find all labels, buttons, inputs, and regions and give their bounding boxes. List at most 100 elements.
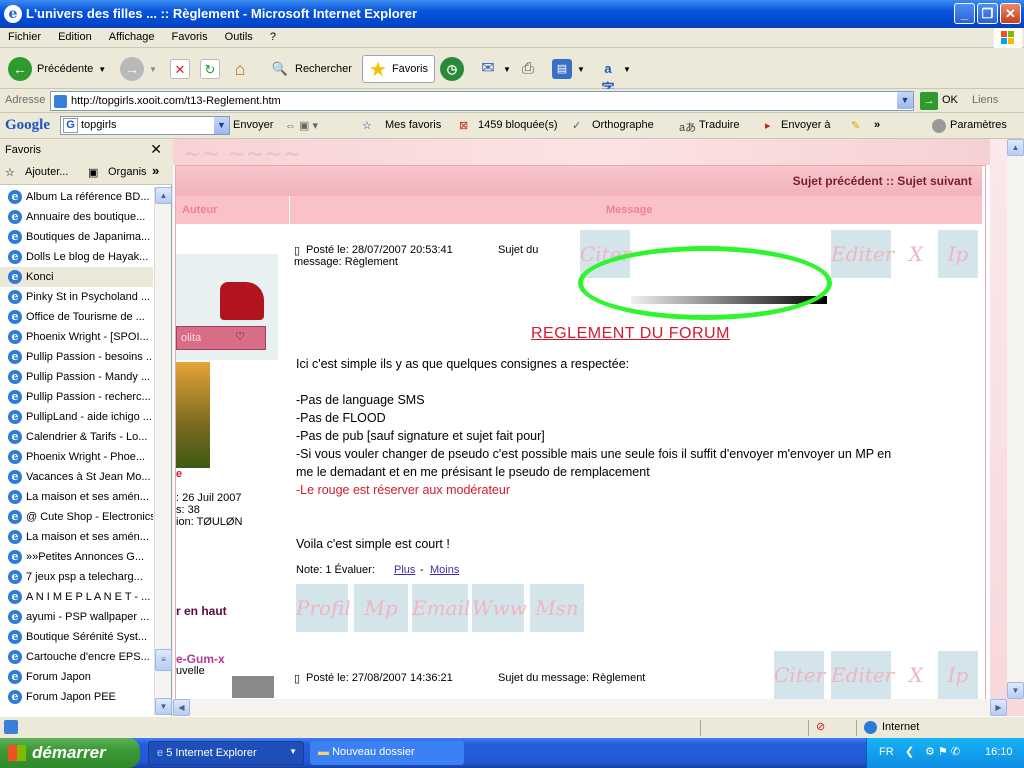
stop-button[interactable]: ✕ [170,55,190,83]
popup-blocked-icon[interactable]: ⊘ [816,720,825,733]
edit-post-button[interactable]: Editer [831,230,894,278]
menu-affichage[interactable]: Affichage [101,28,161,43]
close-favorites-icon[interactable]: ✕ [150,141,162,158]
scroll-right-icon[interactable]: ▶ [990,699,1007,716]
language-indicator[interactable]: FR [879,746,894,758]
favorite-item[interactable]: e Album La référence BD... [0,187,153,207]
scroll-up-icon[interactable]: ▲ [1007,139,1024,156]
organize-button[interactable]: Organis [108,166,147,178]
favorite-item[interactable]: e Phoenix Wright - Phoe... [0,447,153,467]
home-button[interactable]: ⌂ [230,55,250,83]
menu-help[interactable]: ? [262,28,282,43]
favorite-item[interactable]: e Office de Tourisme de ... [0,307,153,327]
favorite-item[interactable]: e PullipLand - aide ichigo ... [0,407,153,427]
tray-apps-icon[interactable]: ⚙ ⚑ ✆ [925,745,960,758]
edit-post-button[interactable]: Editer [831,651,894,699]
quote-button[interactable]: Citer [774,651,825,699]
google-send-button[interactable]: Envoyer [233,119,273,131]
favorite-item[interactable]: e Annuaire des boutique... [0,207,153,227]
forward-button[interactable]: → ▼ [120,55,157,83]
favorite-item[interactable]: e Boutique Sérénité Syst... [0,627,153,647]
go-button[interactable]: OK [942,94,958,106]
mail-button[interactable]: ✉ ▼ [478,55,511,83]
favorite-item[interactable]: e Calendrier & Tarifs - Lo... [0,427,153,447]
favorite-item[interactable]: e Cartouche d'encre EPS... [0,647,153,667]
pm-button[interactable]: Mp [354,584,408,632]
send-to-button[interactable]: Envoyer à [781,119,831,131]
favorite-item[interactable]: e 7 jeux psp a telecharg... [0,567,153,587]
favorite-item[interactable]: e Pullip Passion - recherc... [0,387,153,407]
title-bar[interactable]: e L'univers des filles ... :: Règlement … [0,0,1024,28]
ip-button[interactable]: Ip [938,230,978,278]
content-vscrollbar[interactable]: ▲ ▼ [1007,139,1024,699]
task-internet-explorer[interactable]: e 5 Internet Explorer ▼ [148,741,304,765]
google-search-input[interactable]: G topgirls [60,116,230,135]
menu-favoris[interactable]: Favoris [164,28,214,43]
history-button[interactable]: ◷ [440,55,464,83]
profile-button[interactable]: Profil [296,584,351,632]
google-dropdown-icon[interactable]: ▼ [214,117,229,134]
scroll-up-icon[interactable]: ▲ [155,187,172,204]
translate-button[interactable]: Traduire [699,119,740,131]
rate-plus-link[interactable]: Plus [394,564,415,576]
favorite-item[interactable]: e Dolls Le blog de Hayak... [0,247,153,267]
links-label[interactable]: Liens [972,94,998,106]
minimize-button[interactable]: _ [954,3,975,24]
scroll-down-icon[interactable]: ▼ [155,698,172,715]
highlight-icon[interactable]: ✎ [851,119,860,132]
scroll-thumb[interactable]: ≡ [155,649,172,671]
delete-post-button[interactable]: X [896,651,936,699]
favorite-item[interactable]: e Konci [0,267,153,287]
edit-button[interactable]: ▤ ▼ [552,55,585,83]
go-arrow-icon[interactable]: → [920,92,938,110]
popup-blocked-count[interactable]: 1459 bloquée(s) [478,119,558,131]
favorite-item[interactable]: e Vacances à St Jean Mo... [0,467,153,487]
more-chevron-icon[interactable]: » [152,163,159,178]
msn-button[interactable]: Msn [530,584,584,632]
translate-toolbar-button[interactable]: a字▼ [598,55,630,96]
google-extra-icons[interactable]: ⇔ ▣ ▾ [285,119,318,132]
favorite-item[interactable]: e Pinky St in Psycholand ... [0,287,153,307]
favorite-item[interactable]: e @ Cute Shop - Electronics [0,507,153,527]
menu-fichier[interactable]: Fichier [0,28,47,43]
favorite-item[interactable]: e Forum Japon [0,667,153,687]
address-dropdown-icon[interactable]: ▼ [897,92,913,109]
tray-expand-icon[interactable]: ❮ [905,745,914,758]
favorite-item[interactable]: e Phoenix Wright - [SPOI... [0,327,153,347]
favorite-item[interactable]: e Pullip Passion - besoins ... [0,347,153,367]
favorite-item[interactable]: e La maison et ses amén... [0,487,153,507]
favorite-item[interactable]: e La maison et ses amén... [0,527,153,547]
favorite-item[interactable]: e ayumi - PSP wallpaper ... [0,607,153,627]
start-button[interactable]: démarrer [0,738,140,768]
settings-button[interactable]: Paramètres [950,119,1007,131]
menu-outils[interactable]: Outils [217,28,259,43]
delete-post-button[interactable]: X [896,230,936,278]
menu-edition[interactable]: Edition [50,28,98,43]
spellcheck-button[interactable]: Orthographe [592,119,654,131]
add-favorite-button[interactable]: Ajouter... [25,166,68,178]
website-button[interactable]: Www [472,584,527,632]
favorite-item[interactable]: e Forum Japon PEE [0,687,153,707]
email-button[interactable]: Email [412,584,470,632]
close-button[interactable]: ✕ [1000,3,1021,24]
task-new-folder[interactable]: ▬ Nouveau dossier [310,741,464,765]
search-button[interactable]: 🔍 Rechercher [270,55,352,83]
favorites-scrollbar[interactable]: ▲ ≡ ▼ [154,187,172,715]
more-chevron-icon[interactable]: » [874,119,880,131]
favorite-item[interactable]: e »»Petites Annonces G... [0,547,153,567]
back-to-top-link[interactable]: r en haut [176,604,227,618]
author2-name[interactable]: e-Gum-x [176,652,225,666]
ip-button[interactable]: Ip [938,651,978,699]
print-button[interactable]: ⎙ [518,55,538,83]
scroll-down-icon[interactable]: ▼ [1007,682,1024,699]
favorite-item[interactable]: e Pullip Passion - Mandy ... [0,367,153,387]
refresh-button[interactable]: ↻ [200,55,220,83]
favorites-button[interactable]: ★ Favoris [362,55,435,83]
back-button[interactable]: ← Précédente ▼ [8,55,106,83]
topic-nav[interactable]: Sujet précédent :: Sujet suivant [176,166,982,196]
maximize-button[interactable]: ❐ [977,3,998,24]
my-favorites-button[interactable]: Mes favoris [385,119,441,131]
favorite-item[interactable]: e A N I M E P L A N E T - ... [0,587,153,607]
address-input[interactable]: http://topgirls.xooit.com/t13-Reglement.… [50,91,914,111]
content-hscrollbar[interactable]: ◀ ▶ [173,699,1007,716]
